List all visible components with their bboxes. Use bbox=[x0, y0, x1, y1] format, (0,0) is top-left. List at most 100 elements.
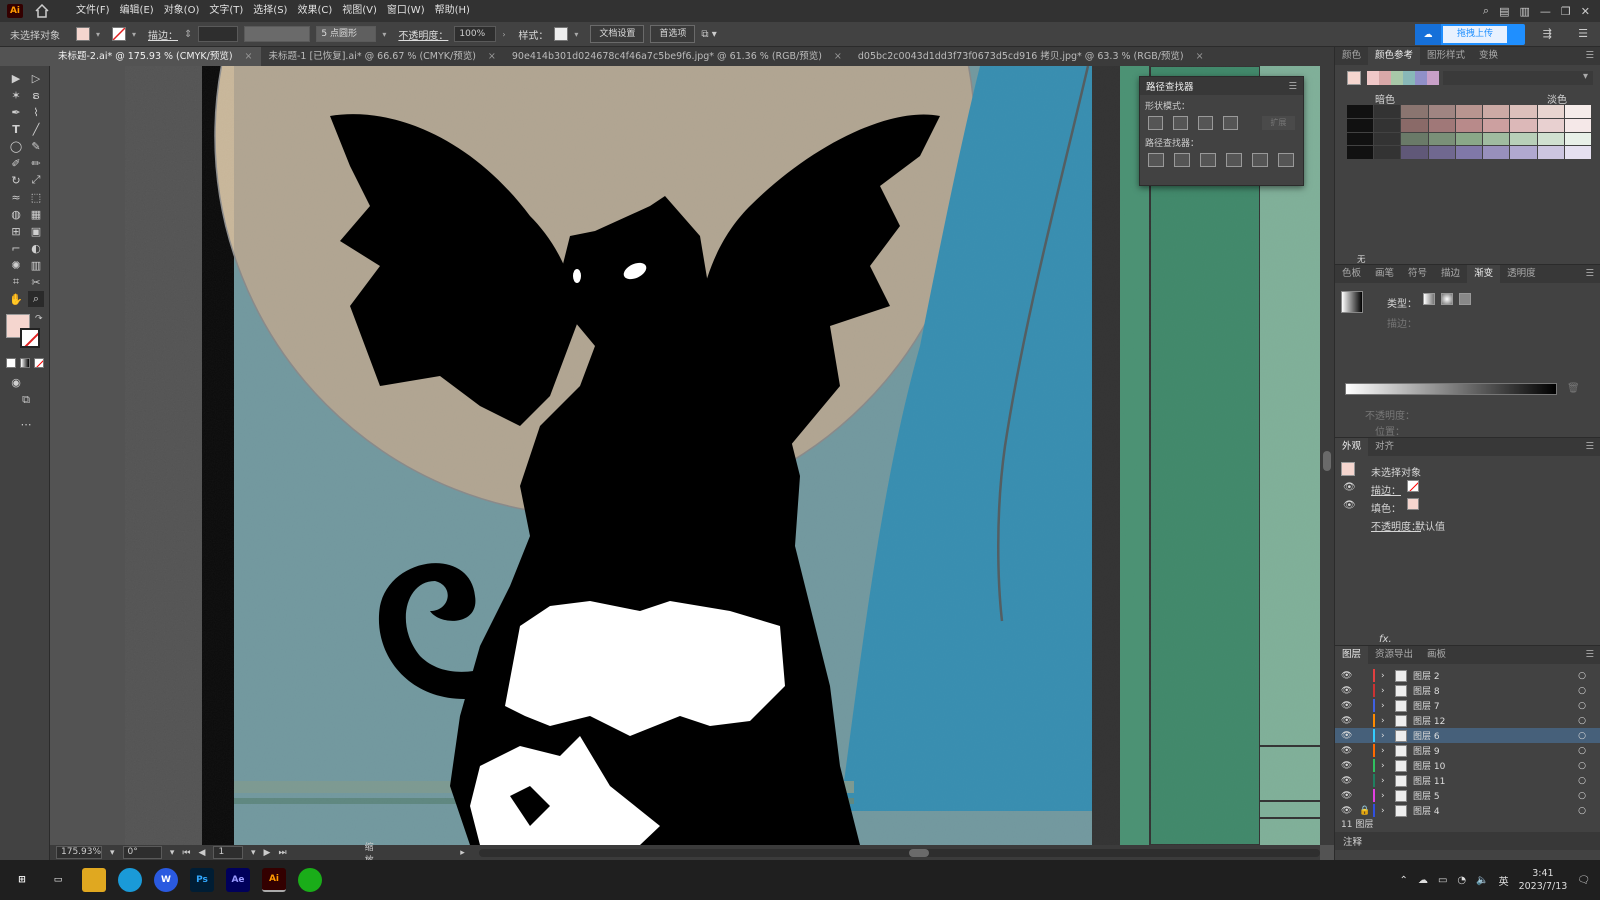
fx-button[interactable]: fx. bbox=[1379, 634, 1392, 645]
minus-front-icon[interactable] bbox=[1172, 116, 1188, 130]
base-color-swatch[interactable] bbox=[1347, 71, 1361, 85]
restore-icon[interactable]: ❐ bbox=[1561, 5, 1571, 18]
eye-icon[interactable]: 👁 bbox=[1341, 716, 1355, 726]
canvas[interactable] bbox=[50, 66, 1320, 845]
layer-row[interactable]: 👁 › 图层 6 ○ bbox=[1335, 728, 1600, 743]
task-view-icon[interactable]: ▭ bbox=[46, 868, 70, 892]
layer-row[interactable]: 👁 › 图层 7 ○ bbox=[1335, 698, 1600, 713]
first-artboard-icon[interactable]: ⏮ bbox=[182, 848, 190, 858]
chevron-right-icon[interactable]: › bbox=[1381, 791, 1389, 801]
target-icon[interactable]: ○ bbox=[1578, 776, 1586, 786]
eye-icon[interactable]: 👁 bbox=[1341, 701, 1355, 711]
chevron-down-icon[interactable]: ▾ bbox=[132, 30, 142, 39]
chevron-right-icon[interactable]: › bbox=[1381, 746, 1389, 756]
menu-item[interactable]: 窗口(W) bbox=[382, 0, 430, 22]
chevron-right-icon[interactable]: › bbox=[1381, 806, 1389, 816]
symbol-sprayer-icon[interactable]: ✺ bbox=[8, 257, 24, 273]
wechat-icon[interactable] bbox=[298, 868, 322, 892]
eye-icon[interactable]: 👁 bbox=[1341, 686, 1355, 696]
shape-builder-icon[interactable]: ◍ bbox=[8, 206, 24, 222]
panel-toggle-icon[interactable]: ☰ bbox=[1578, 27, 1588, 40]
target-icon[interactable]: ○ bbox=[1578, 671, 1586, 681]
selection-tool-icon[interactable]: ▶ bbox=[8, 70, 24, 86]
chevron-right-icon[interactable]: › bbox=[502, 30, 512, 39]
arrange-docs-icon[interactable]: ⧉ ▾ bbox=[701, 29, 716, 40]
rotate-tool-icon[interactable]: ↻ bbox=[8, 172, 24, 188]
hand-tool-icon[interactable]: ✋ bbox=[8, 291, 24, 307]
artboard-number-field[interactable]: 1 bbox=[213, 846, 243, 859]
linear-gradient-icon[interactable] bbox=[1423, 293, 1435, 305]
color-mode-icon[interactable] bbox=[6, 358, 16, 368]
mesh-tool-icon[interactable]: ⊞ bbox=[8, 223, 24, 239]
chevron-right-icon[interactable]: › bbox=[1381, 731, 1389, 741]
panel-tab[interactable]: 色板 bbox=[1335, 265, 1368, 283]
workspace-icon[interactable]: ▤ bbox=[1499, 5, 1509, 18]
battery-icon[interactable]: ▭ bbox=[1438, 875, 1447, 886]
stroke-none-swatch[interactable] bbox=[1407, 480, 1419, 492]
panel-tab[interactable]: 资源导出 bbox=[1368, 646, 1420, 664]
panel-tab[interactable]: 外观 bbox=[1335, 438, 1369, 456]
photoshop-icon[interactable]: Ps bbox=[190, 868, 214, 892]
document-tab[interactable]: 未标题-1 [已恢复].ai* @ 66.67 % (CMYK/预览) × bbox=[261, 47, 504, 66]
document-setup-button[interactable]: 文档设置 bbox=[590, 25, 645, 43]
none-mode-icon[interactable] bbox=[34, 358, 44, 368]
swap-icon[interactable]: ↷ bbox=[35, 314, 43, 324]
pen-tool-icon[interactable]: ✒ bbox=[8, 104, 24, 120]
freeform-gradient-icon[interactable] bbox=[1459, 293, 1471, 305]
panel-tab[interactable]: 颜色 bbox=[1335, 47, 1368, 65]
scale-tool-icon[interactable]: ⤢ bbox=[28, 172, 44, 188]
panel-menu-icon[interactable]: ☰ bbox=[1578, 265, 1600, 283]
notification-icon[interactable]: 🗨 bbox=[1577, 875, 1590, 886]
chevron-up-icon[interactable]: ⌃ bbox=[1400, 875, 1408, 886]
chevron-down-icon[interactable]: ▾ bbox=[251, 848, 256, 858]
rotation-field[interactable]: 0° bbox=[122, 846, 162, 859]
document-tab[interactable]: d05bc2c0043d1dd3f73f0673d5cd916 拷贝.jpg* … bbox=[850, 47, 1212, 66]
target-icon[interactable]: ○ bbox=[1578, 701, 1586, 711]
divide-icon[interactable] bbox=[1148, 153, 1164, 167]
file-explorer-icon[interactable] bbox=[82, 868, 106, 892]
layer-row[interactable]: 👁 › 图层 11 ○ bbox=[1335, 773, 1600, 788]
artwork[interactable] bbox=[50, 66, 1320, 845]
close-icon[interactable]: ✕ bbox=[1581, 5, 1590, 18]
layer-name[interactable]: 图层 10 bbox=[1413, 759, 1445, 772]
crop-icon[interactable] bbox=[1226, 153, 1242, 167]
arrange-icon[interactable]: ▥ bbox=[1520, 5, 1530, 18]
ime-indicator[interactable]: 英 bbox=[1499, 873, 1509, 888]
shaper-tool-icon[interactable]: ✐ bbox=[8, 155, 24, 171]
clock[interactable]: 3:41 2023/7/13 bbox=[1519, 867, 1568, 893]
unite-icon[interactable] bbox=[1148, 116, 1163, 130]
eye-icon[interactable]: 👁 bbox=[1343, 482, 1356, 493]
layer-name[interactable]: 图层 9 bbox=[1413, 744, 1440, 757]
curvature-tool-icon[interactable]: ⌇ bbox=[28, 104, 44, 120]
lasso-icon[interactable]: ຣ bbox=[28, 87, 44, 103]
layer-row[interactable]: 👁 › 图层 5 ○ bbox=[1335, 788, 1600, 803]
chevron-right-icon[interactable]: › bbox=[1381, 671, 1389, 681]
line-tool-icon[interactable]: ╱ bbox=[28, 121, 44, 137]
volume-icon[interactable]: 🔈 bbox=[1476, 875, 1488, 886]
graph-tool-icon[interactable]: ▥ bbox=[28, 257, 44, 273]
menu-item[interactable]: 编辑(E) bbox=[115, 0, 159, 22]
color-variations-grid[interactable] bbox=[1347, 105, 1591, 159]
appearance-opacity-label[interactable]: 不透明度： bbox=[1371, 518, 1421, 533]
layer-name[interactable]: 图层 6 bbox=[1413, 729, 1440, 742]
radial-gradient-icon[interactable] bbox=[1441, 293, 1453, 305]
trim-icon[interactable] bbox=[1174, 153, 1190, 167]
opacity-label[interactable]: 不透明度： bbox=[398, 27, 448, 42]
menu-item[interactable]: 文字(T) bbox=[204, 0, 248, 22]
document-tab[interactable]: 90e414b301d024678c4f46a7c5be9f6.jpg* @ 6… bbox=[504, 47, 850, 66]
panel-tab[interactable]: 颜色参考 bbox=[1368, 47, 1421, 65]
appearance-fill-label[interactable]: 填色： bbox=[1371, 500, 1401, 515]
stroke-color-box[interactable] bbox=[20, 328, 40, 348]
gradient-tool-icon[interactable]: ▣ bbox=[28, 223, 44, 239]
edge-icon[interactable] bbox=[118, 868, 142, 892]
illustrator-icon[interactable]: Ai bbox=[262, 868, 286, 892]
type-tool-icon[interactable]: T bbox=[8, 121, 24, 137]
target-icon[interactable]: ○ bbox=[1578, 716, 1586, 726]
panel-tab[interactable]: 画板 bbox=[1420, 646, 1453, 664]
panel-tab[interactable]: 变换 bbox=[1472, 47, 1505, 65]
pencil-icon[interactable]: ✏ bbox=[28, 155, 44, 171]
chevron-down-icon[interactable]: ▾ bbox=[96, 30, 106, 39]
cloud-icon[interactable]: ☁ bbox=[1418, 875, 1428, 886]
fill-swatch[interactable] bbox=[76, 27, 90, 41]
panel-tab[interactable]: 渐变 bbox=[1467, 265, 1501, 283]
